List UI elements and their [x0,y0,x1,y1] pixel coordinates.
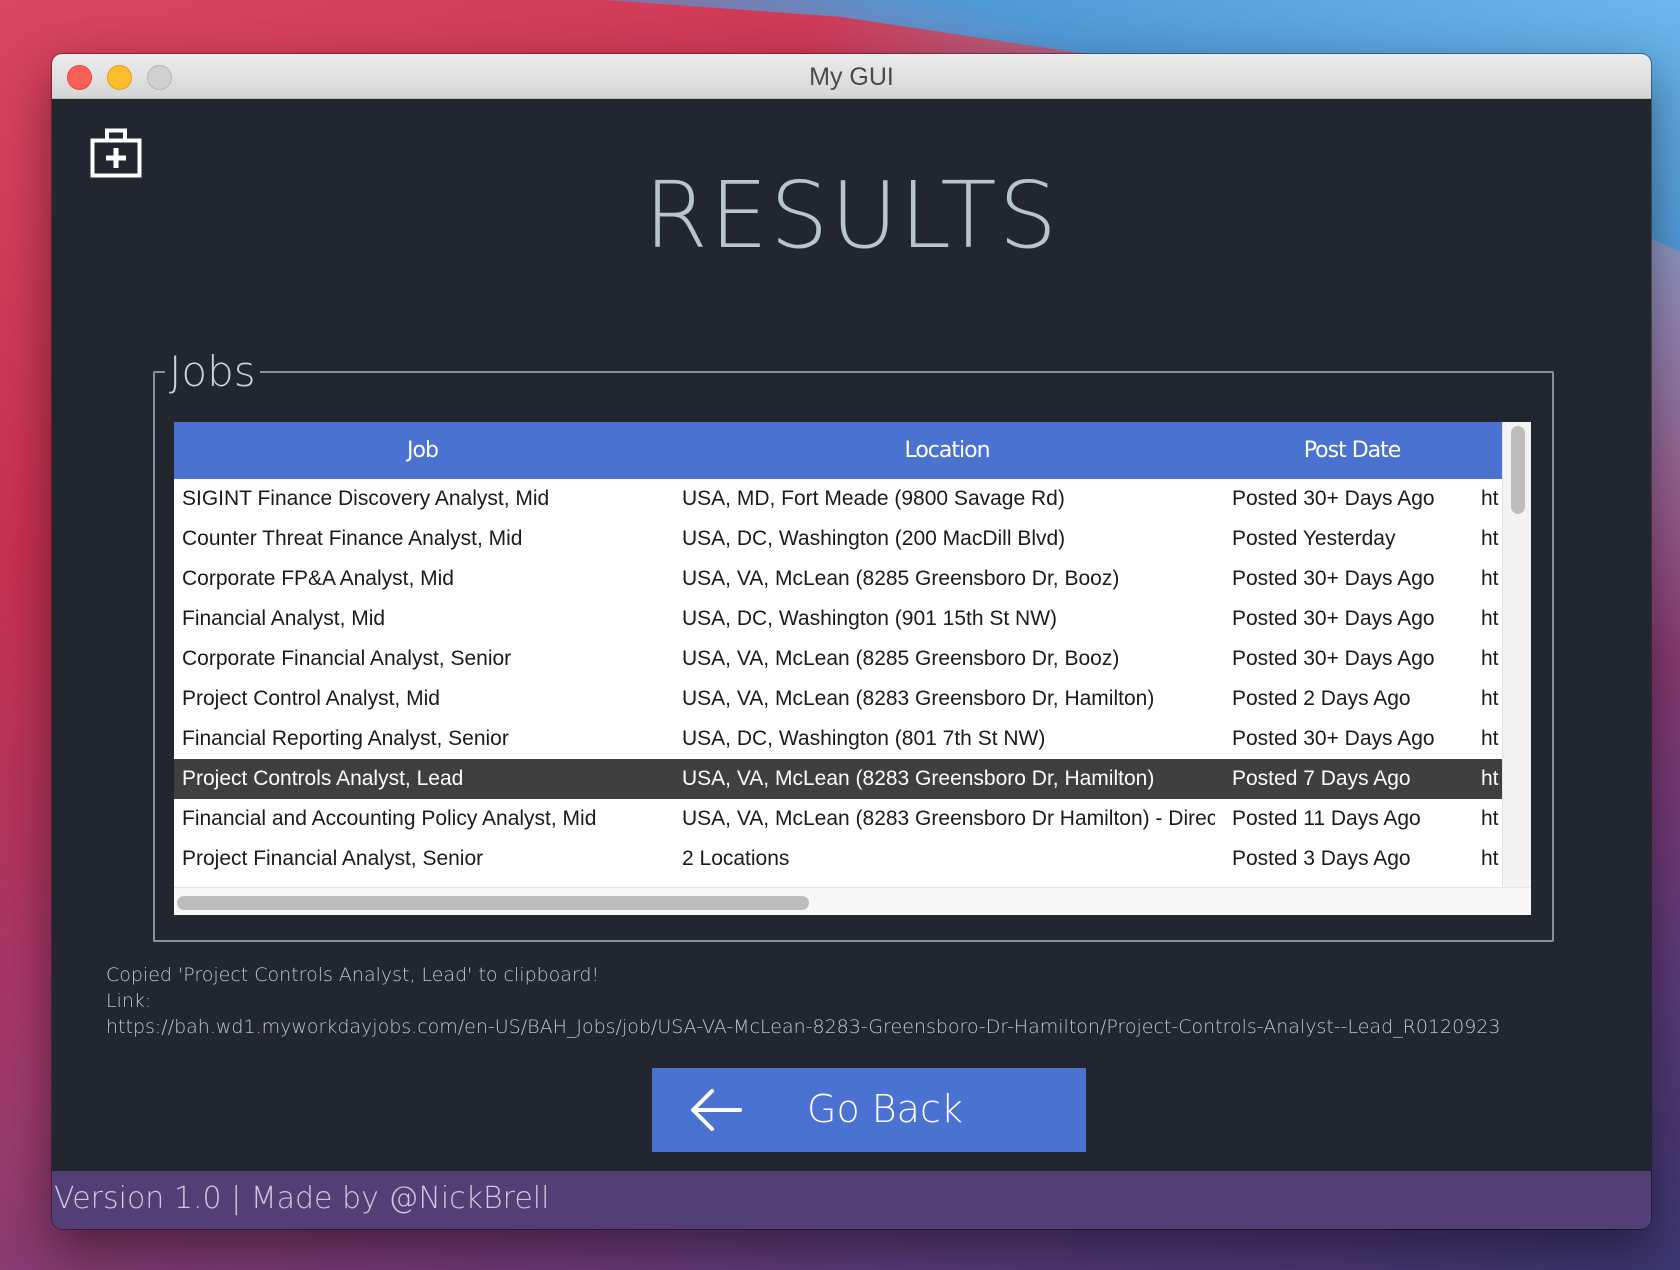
arrow-left-icon [691,1089,742,1131]
table-row[interactable]: Financial and Accounting Policy Analyst,… [174,799,1502,839]
vertical-scrollbar[interactable] [1502,422,1531,887]
cell-location: USA, VA, McLean (8283 Greensboro Dr Hami… [682,807,1215,830]
cell-link: ht [1481,647,1499,670]
cell-location: USA, VA, McLean (8283 Greensboro Dr, Ham… [682,767,1155,790]
table-row[interactable]: SIGINT Finance Discovery Analyst, Mid US… [174,479,1502,519]
page-heading: RESULTS [644,162,1059,269]
cell-post-date: Posted 30+ Days Ago [1232,607,1435,630]
table-row[interactable]: Financial Reporting Analyst, Senior USA,… [174,719,1502,759]
jobs-table[interactable]: Job Location Post Date SIGINT Finance Di… [174,422,1531,915]
cell-job: Project Controls Analyst, Lead [182,767,464,790]
cell-post-date: Posted 11 Days Ago [1232,807,1421,830]
cell-link: ht [1481,847,1499,870]
cell-post-date: Posted 2 Days Ago [1232,687,1411,710]
table-row[interactable]: Financial Analyst, Mid USA, DC, Washingt… [174,599,1502,639]
title-bar[interactable]: My GUI [52,54,1651,99]
horizontal-scrollbar-thumb[interactable] [177,896,809,910]
cell-link: ht [1481,727,1499,750]
cell-link: ht [1481,607,1499,630]
cell-post-date: Posted 30+ Days Ago [1232,727,1435,750]
window-title: My GUI [809,63,894,91]
cell-location: 2 Locations [682,847,790,870]
vertical-scrollbar-thumb[interactable] [1511,426,1525,514]
cell-post-date: Posted 30+ Days Ago [1232,567,1435,590]
cell-job: Financial Analyst, Mid [182,607,386,630]
cell-location: USA, VA, McLean (8285 Greensboro Dr, Boo… [682,647,1120,670]
cell-location: USA, DC, Washington (801 7th St NW) [682,727,1046,750]
table-row[interactable]: Corporate FP&A Analyst, Mid USA, VA, McL… [174,559,1502,599]
cell-job: Financial and Accounting Policy Analyst,… [182,807,597,830]
status-link-label: Link: [106,990,152,1012]
cell-link: ht [1481,767,1499,790]
cell-location: USA, VA, McLean (8283 Greensboro Dr, Ham… [682,687,1155,710]
cell-job: SIGINT Finance Discovery Analyst, Mid [182,487,550,510]
cell-link: ht [1481,487,1499,510]
table-header: Job Location Post Date [174,422,1502,479]
cell-link: ht [1481,807,1499,830]
cell-post-date: Posted 3 Days Ago [1232,847,1411,870]
cell-post-date: Posted 30+ Days Ago [1232,647,1435,670]
cell-job: Project Financial Analyst, Senior [182,847,484,870]
cell-location: USA, MD, Fort Meade (9800 Savage Rd) [682,487,1065,510]
table-row-selected[interactable]: Project Controls Analyst, Lead USA, VA, … [174,759,1502,799]
cell-job: Corporate Financial Analyst, Senior [182,647,512,670]
go-back-label: Go Back [807,1087,963,1131]
cell-location: USA, DC, Washington (200 MacDill Blvd) [682,527,1066,550]
table-row[interactable]: Counter Threat Finance Analyst, Mid USA,… [174,519,1502,559]
table-row[interactable]: Project Control Analyst, Mid USA, VA, Mc… [174,679,1502,719]
column-header-location[interactable]: Location [671,422,1223,479]
jobs-group-legend: Jobs [165,347,260,396]
cell-post-date: Posted Yesterday [1232,527,1396,550]
cell-link: ht [1481,567,1499,590]
cell-job: Project Control Analyst, Mid [182,687,440,710]
status-link-url: https://bah.wd1.myworkdayjobs.com/en-US/… [106,1016,1501,1038]
horizontal-scrollbar[interactable] [174,887,1531,915]
cell-link: ht [1481,527,1499,550]
cell-location: USA, VA, McLean (8285 Greensboro Dr, Boo… [682,567,1120,590]
go-back-button[interactable]: Go Back [652,1068,1086,1152]
status-message: Copied 'Project Controls Analyst, Lead' … [106,962,1606,1040]
cell-post-date: Posted 7 Days Ago [1232,767,1411,790]
cell-job: Corporate FP&A Analyst, Mid [182,567,454,590]
column-header-job[interactable]: Job [174,422,671,479]
app-window: My GUI RESULTS Jobs Job Location Post Da… [52,54,1651,1229]
table-row[interactable]: Project Financial Analyst, Senior 2 Loca… [174,839,1502,879]
cell-job: Financial Reporting Analyst, Senior [182,727,509,750]
footer-text: Version 1.0 | Made by @NickBrell [54,1181,550,1216]
cell-location: USA, DC, Washington (901 15th St NW) [682,607,1058,630]
status-copied-text: Copied 'Project Controls Analyst, Lead' … [106,964,600,986]
table-row[interactable]: Corporate Financial Analyst, Senior USA,… [174,639,1502,679]
column-header-post-date[interactable]: Post Date [1223,422,1481,479]
cell-job: Counter Threat Finance Analyst, Mid [182,527,523,550]
footer-bar: Version 1.0 | Made by @NickBrell [52,1171,1651,1229]
cell-post-date: Posted 30+ Days Ago [1232,487,1435,510]
cell-link: ht [1481,687,1499,710]
